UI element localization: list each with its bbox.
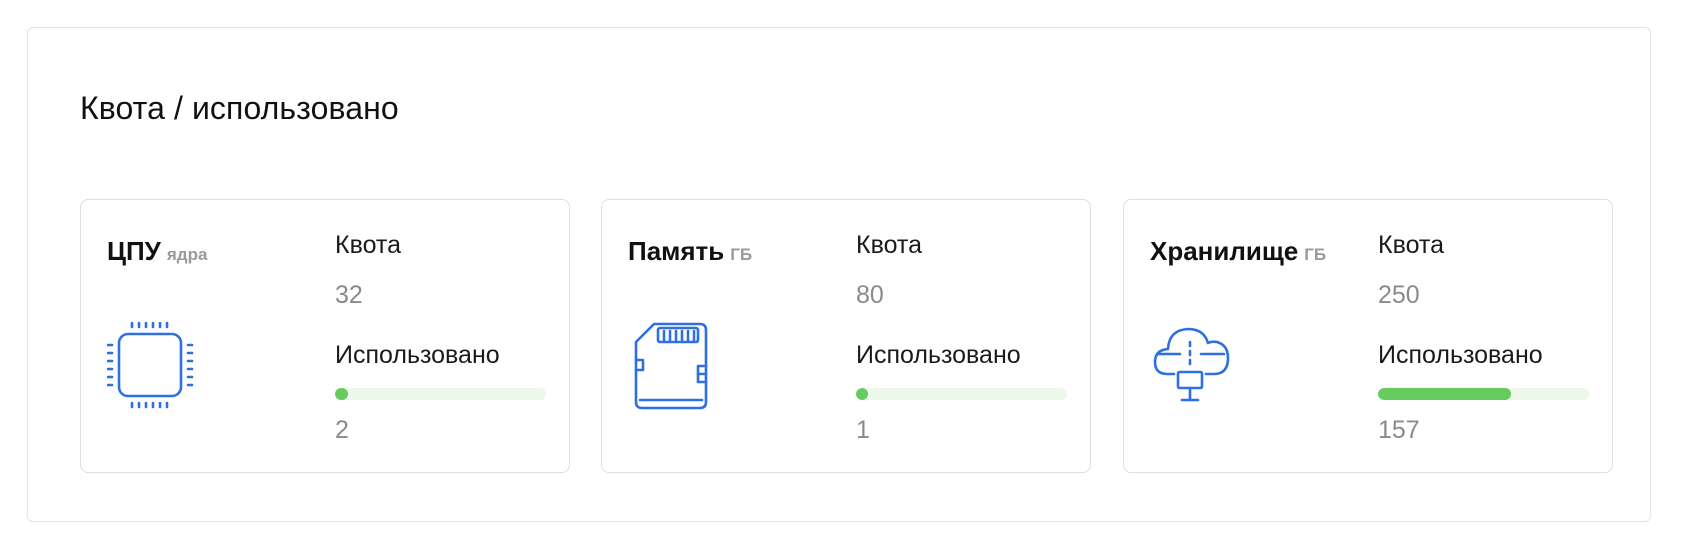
card-memory: Память ГБ Квота 80 Использовано 1 [601,199,1091,473]
card-name: ЦПУ [107,236,161,266]
card-unit: ядра [166,245,208,264]
usage-progress-fill [856,388,868,400]
quota-label: Квота [856,231,922,259]
quota-value: 250 [1378,281,1420,309]
usage-progress-bar [1378,388,1589,400]
card-cpu: ЦПУ ядра Квота 32 Использовано 2 [80,199,570,473]
cloud-storage-icon [1150,320,1240,410]
quota-column: Квота 32 Использовано 2 [335,230,550,445]
quota-panel: Квота / использовано ЦПУ ядра Квота 32 Ис… [27,27,1651,522]
used-value: 157 [1378,416,1420,444]
card-name: Память [628,236,725,266]
used-label: Использовано [856,341,1021,369]
quota-label: Квота [335,231,401,259]
used-label: Использовано [335,341,500,369]
card-header: Хранилище ГБ [1150,236,1326,267]
used-value: 2 [335,416,349,444]
card-storage: Хранилище ГБ Квота 250 Использовано 157 [1123,199,1613,473]
card-unit: ГБ [730,245,753,264]
card-unit: ГБ [1304,245,1327,264]
usage-progress-bar [335,388,546,400]
memory-card-icon [628,320,718,410]
panel-title: Квота / использовано [80,90,399,126]
cpu-chip-icon [107,320,197,410]
usage-progress-bar [856,388,1067,400]
used-value: 1 [856,416,870,444]
usage-progress-fill [335,388,349,400]
quota-label: Квота [1378,231,1444,259]
quota-column: Квота 80 Использовано 1 [856,230,1071,445]
card-name: Хранилище [1150,236,1299,266]
card-header: ЦПУ ядра [107,236,207,267]
quota-column: Квота 250 Использовано 157 [1378,230,1593,445]
quota-value: 32 [335,281,363,309]
quota-value: 80 [856,281,884,309]
used-label: Использовано [1378,341,1543,369]
card-header: Память ГБ [628,236,752,267]
usage-progress-fill [1378,388,1511,400]
